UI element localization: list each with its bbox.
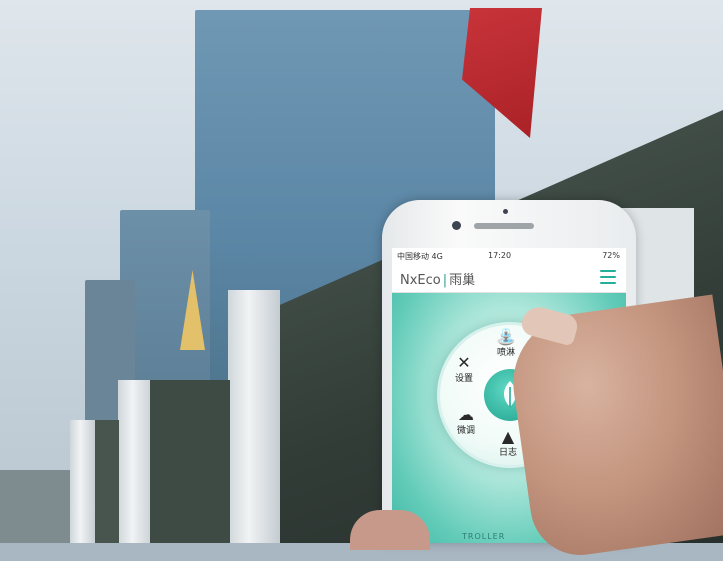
lower-wall [150, 380, 230, 543]
bottom-partial-text: TROLLER [462, 532, 506, 541]
app-brand: NxEco | 雨巢 [400, 269, 475, 288]
status-bar: 中国移动 4G 17:20 72% [392, 248, 626, 264]
dial-item-label: 设置 [454, 374, 473, 384]
battery-level: 72% [602, 251, 620, 260]
pillar-2 [118, 380, 154, 543]
clock: 17:20 [488, 251, 512, 260]
earpiece-speaker [474, 223, 534, 229]
pillar-1 [228, 290, 280, 543]
dial-item-settings[interactable]: ✕ 设置 [444, 353, 484, 385]
holding-fingers [350, 510, 430, 550]
carrier-label: 中国移动 4G [397, 252, 443, 261]
sprinkler-icon: ⛲ [496, 327, 516, 346]
app-header: NxEco | 雨巢 [392, 264, 626, 293]
wrench-icon: ✕ [457, 353, 471, 372]
hamburger-menu-icon[interactable] [600, 270, 616, 284]
pillar-3 [70, 420, 96, 543]
proximity-sensor [503, 209, 508, 214]
brand-name: NxEco [400, 273, 441, 288]
brand-separator: | [442, 273, 448, 288]
front-camera [452, 221, 461, 230]
ground-left [0, 470, 70, 543]
dial-item-label: 微调 [456, 426, 475, 436]
cloud-icon: ☁ [458, 405, 474, 424]
lower-wall-far [95, 420, 119, 543]
dial-item-label: 日志 [498, 448, 517, 458]
dial-item-adjust[interactable]: ☁ 微调 [446, 405, 486, 437]
brand-chinese: 雨巢 [449, 273, 476, 288]
dial-item-label: 喷淋 [496, 348, 515, 358]
